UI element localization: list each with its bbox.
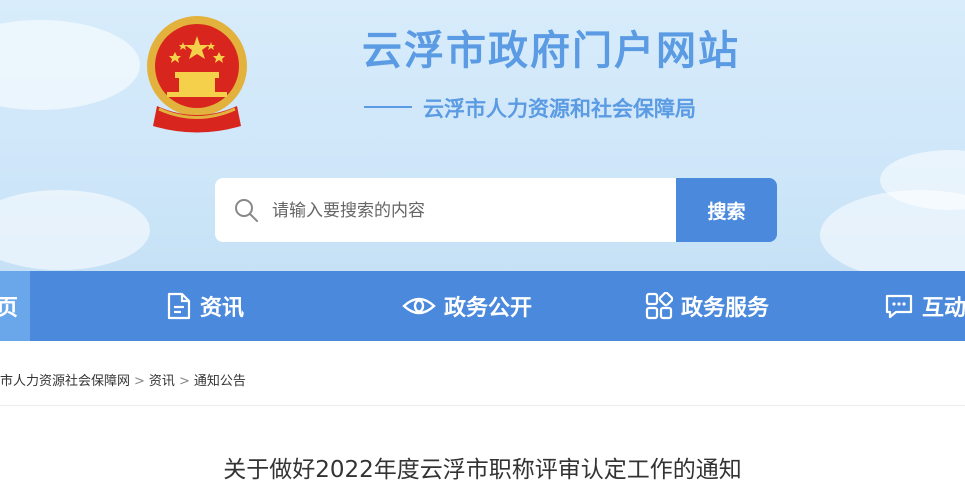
nav-item-label: 互动 bbox=[922, 296, 965, 321]
search-button[interactable]: 搜索 bbox=[676, 178, 777, 242]
search-icon bbox=[235, 199, 258, 222]
national-emblem-logo bbox=[147, 16, 247, 133]
nav-item-news[interactable]: 资讯 bbox=[166, 271, 244, 341]
page-header: 云浮市政府门户网站 云浮市人力资源和社会保障局 搜索 bbox=[0, 0, 965, 271]
subtitle-dash bbox=[364, 106, 412, 108]
breadcrumb-separator: > bbox=[134, 374, 145, 389]
nav-item-home[interactable]: 页 bbox=[0, 271, 18, 341]
grid-icon bbox=[645, 292, 673, 320]
search-box bbox=[215, 178, 676, 242]
document-icon bbox=[167, 292, 191, 320]
nav-item-gov-service[interactable]: 政务服务 bbox=[645, 271, 769, 341]
cloud-decoration bbox=[0, 20, 140, 110]
divider bbox=[0, 405, 965, 406]
nav-item-label: 政务服务 bbox=[681, 296, 770, 321]
article-title: 关于做好2022年度云浮市职称评审认定工作的通知 bbox=[223, 457, 742, 483]
cloud-decoration bbox=[0, 190, 150, 270]
breadcrumb-separator: > bbox=[178, 374, 190, 389]
breadcrumb-link[interactable]: 通知公告 bbox=[194, 374, 246, 389]
nav-item-interaction[interactable]: 互动 bbox=[884, 271, 965, 341]
site-title: 云浮市政府门户网站 bbox=[362, 28, 740, 74]
chat-icon bbox=[885, 294, 913, 319]
eye-icon bbox=[402, 297, 436, 315]
nav-item-label: 政务公开 bbox=[444, 296, 533, 321]
breadcrumb-link[interactable]: 资讯 bbox=[149, 374, 175, 389]
search-input[interactable] bbox=[270, 196, 664, 226]
nav-item-gov-open[interactable]: 政务公开 bbox=[402, 271, 532, 341]
breadcrumb: 市人力资源社会保障网 > 资讯 > 通知公告 bbox=[0, 370, 246, 389]
main-nav: 页 资讯 政务公开 政务服务 互动 bbox=[0, 271, 965, 341]
nav-item-label: 页 bbox=[0, 296, 19, 321]
department-subtitle: 云浮市人力资源和社会保障局 bbox=[423, 97, 696, 121]
nav-item-label: 资讯 bbox=[200, 296, 245, 321]
breadcrumb-link[interactable]: 市人力资源社会保障网 bbox=[0, 374, 130, 389]
